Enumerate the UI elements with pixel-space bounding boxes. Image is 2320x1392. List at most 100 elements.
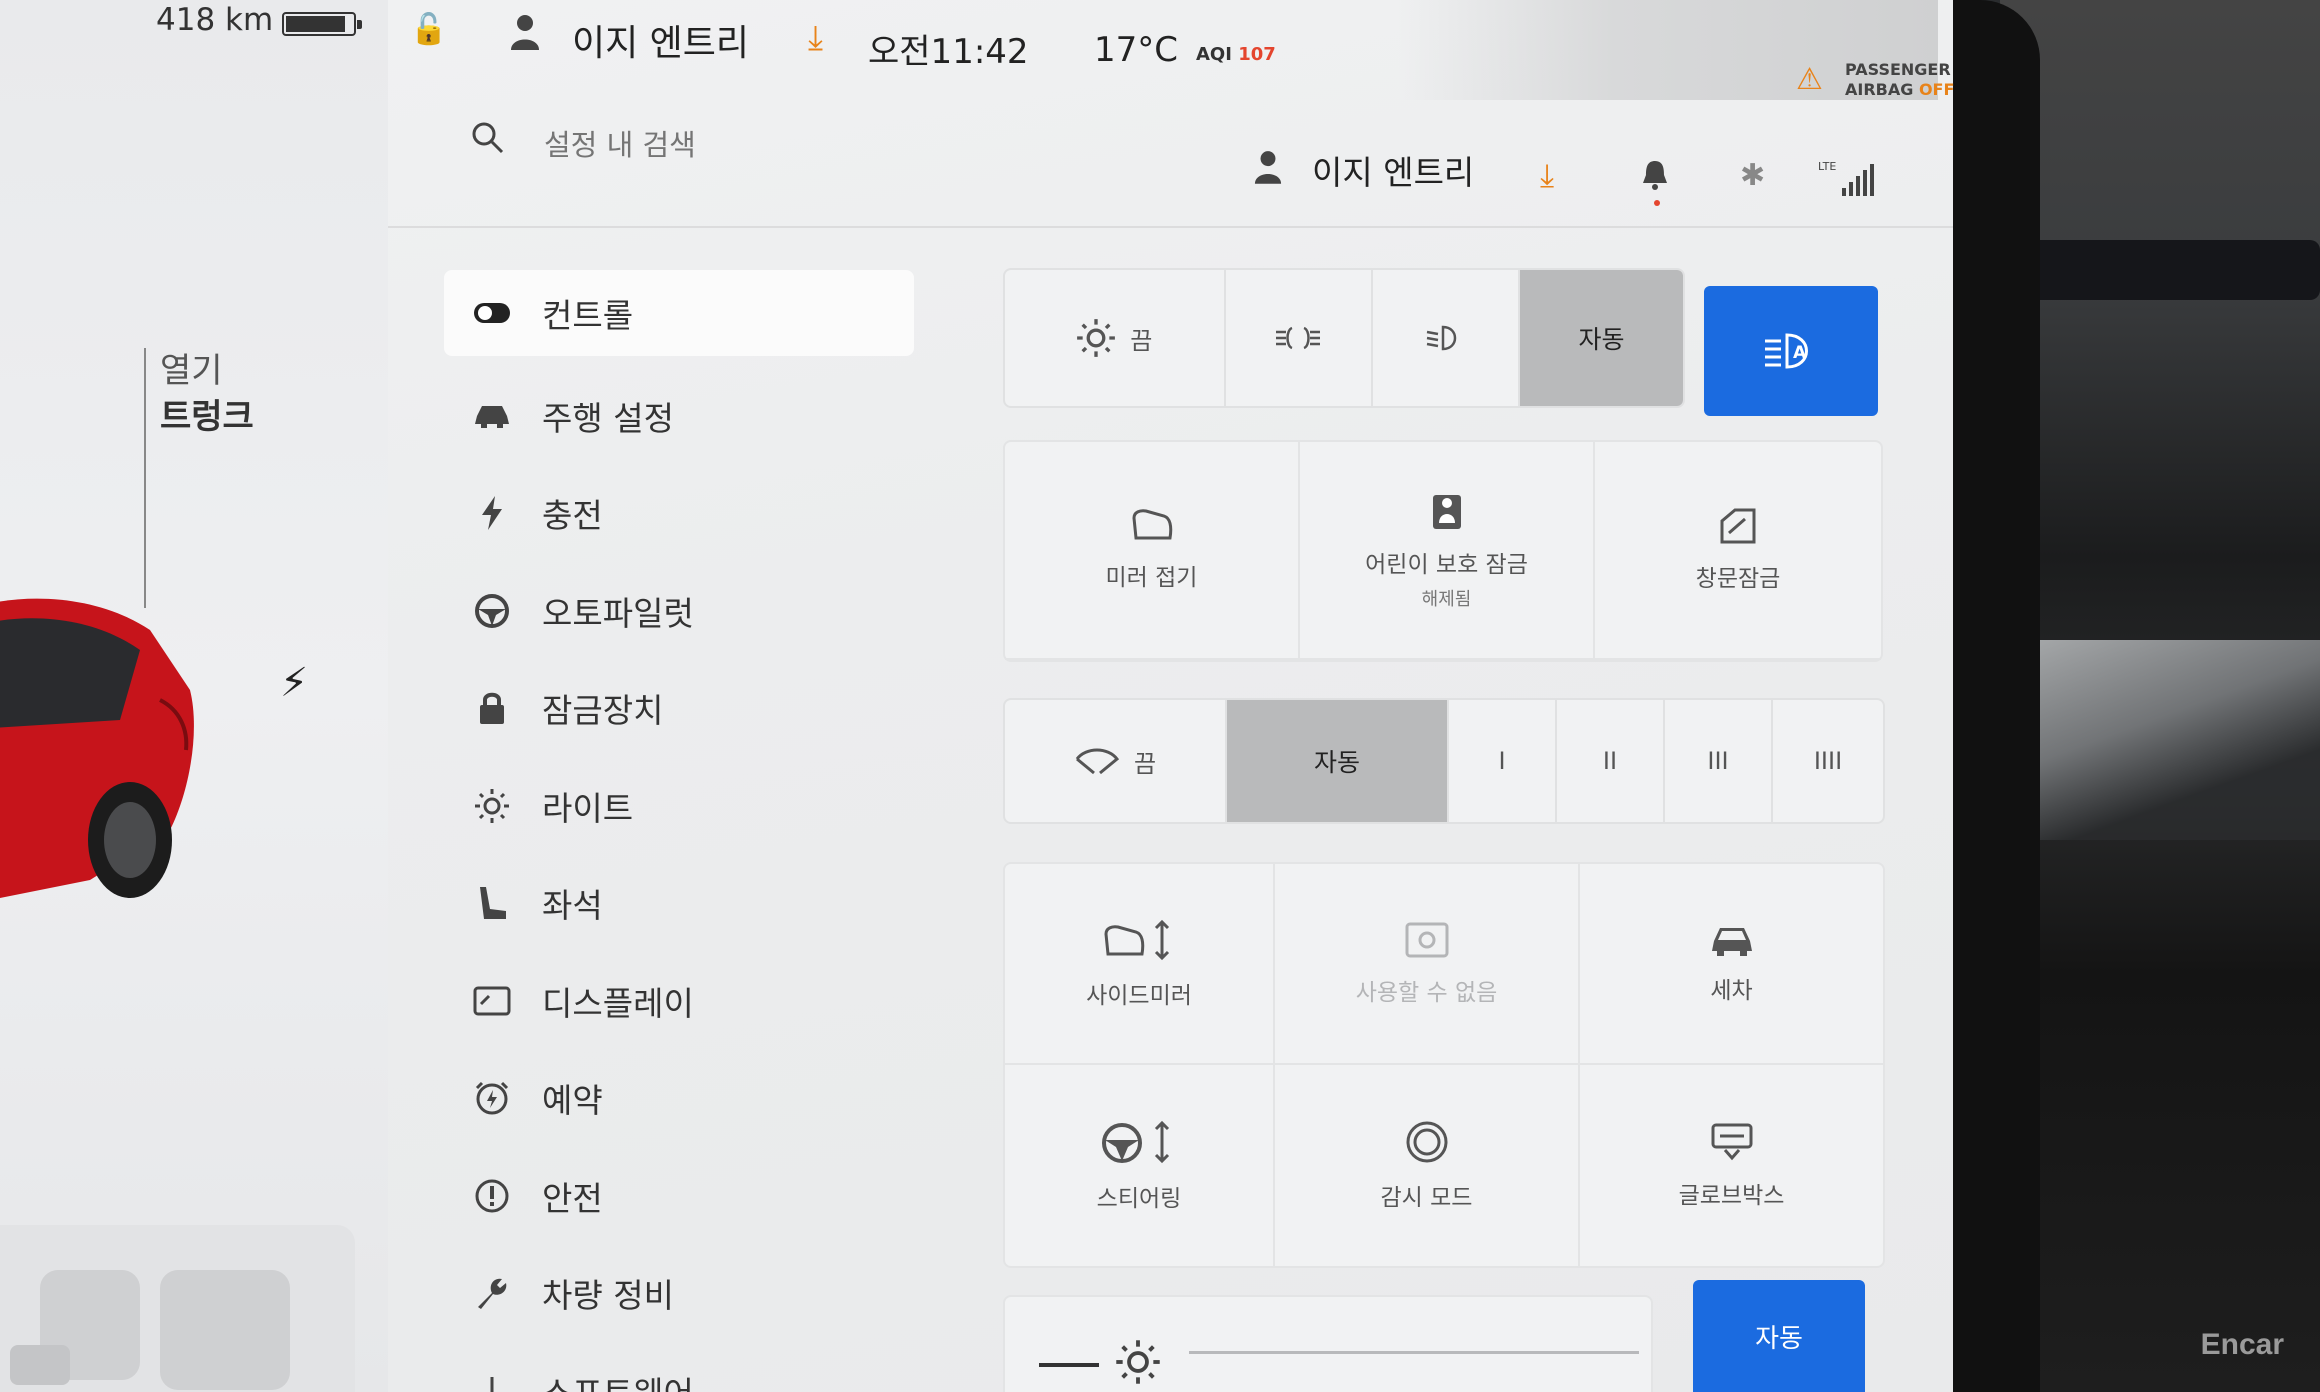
window-lock-tile[interactable]: 창문잠금	[1595, 442, 1881, 660]
off-label: 끔	[1130, 326, 1153, 355]
auto-high-beam-icon: A	[1765, 333, 1808, 369]
nav-item-locks[interactable]: 잠금장치	[444, 660, 914, 758]
nav-label: 컨트롤	[542, 296, 634, 335]
side-mirror-adjust-icon	[1104, 919, 1170, 960]
wiper-speed-3[interactable]: III	[1665, 700, 1773, 822]
low-beam-icon	[1427, 325, 1457, 351]
nav-label: 잠금장치	[542, 691, 664, 731]
auto-label: 자동	[1755, 1323, 1803, 1354]
trunk-label: 트렁크	[160, 397, 254, 437]
wrench-icon	[472, 1273, 512, 1313]
child-lock-tile[interactable]: 어린이 보호 잠금 해제됨	[1300, 442, 1595, 660]
wiper-auto-option[interactable]: 자동	[1227, 700, 1449, 822]
profile-name[interactable]: 이지 엔트리	[1312, 146, 1474, 194]
brightness-track[interactable]	[1189, 1351, 1639, 1354]
wiper-speed-4[interactable]: IIII	[1773, 700, 1883, 822]
notification-dot	[1654, 200, 1660, 206]
car-wash-icon	[1711, 927, 1752, 956]
passenger-airbag-status: PASSENGER AIRBAG OFF	[1845, 60, 1955, 99]
nav-label: 충전	[542, 496, 603, 536]
battery-fill	[286, 16, 346, 32]
off-label: 끔	[1133, 749, 1157, 778]
wiper-off-option[interactable]: 끔	[1005, 700, 1227, 822]
brightness-auto-button[interactable]: 자동	[1693, 1280, 1865, 1392]
display-icon	[472, 981, 512, 1021]
parking-lights-option[interactable]	[1226, 270, 1373, 406]
wiper-speed-1[interactable]: I	[1449, 700, 1557, 822]
tile-label: 글로브박스	[1678, 1182, 1785, 1209]
nav-item-schedule[interactable]: 예약	[444, 1050, 914, 1148]
clock: 오전11:42	[868, 32, 1029, 72]
bluetooth-icon[interactable]: ✱	[1740, 158, 1765, 193]
display-brightness-slider[interactable]	[1003, 1295, 1653, 1392]
notification-bell-icon[interactable]	[1640, 158, 1670, 194]
glovebox-tile[interactable]: 글로브박스	[1580, 1065, 1883, 1266]
driver-profile-name[interactable]: 이지 엔트리	[572, 14, 749, 66]
charge-port-bolt-icon[interactable]: ⚡	[280, 660, 308, 706]
headlight-off-option[interactable]: 끔	[1005, 270, 1226, 406]
wiper-speed-2[interactable]: II	[1557, 700, 1665, 822]
trunk-open-button[interactable]: 열기 트렁크	[160, 348, 254, 440]
nav-item-controls[interactable]: 컨트롤	[444, 270, 914, 356]
nav-item-lights[interactable]: 라이트	[444, 757, 914, 855]
sun-icon	[1077, 319, 1116, 357]
search-icon[interactable]	[470, 120, 506, 156]
nav-item-safety[interactable]: 안전	[444, 1147, 914, 1245]
bolt-icon	[472, 493, 512, 533]
lock-icon	[472, 688, 512, 728]
child-lock-icon	[1432, 495, 1461, 529]
nav-label: 디스플레이	[542, 983, 694, 1023]
sun-icon	[472, 786, 512, 826]
speed-label: II	[1602, 747, 1618, 775]
nav-label: 라이트	[542, 788, 634, 828]
nav-label: 안전	[542, 1178, 603, 1218]
auto-high-beam-button[interactable]: A	[1704, 286, 1878, 416]
nav-item-driving[interactable]: 주행 설정	[444, 367, 914, 465]
alert-icon	[472, 1176, 512, 1216]
nav-item-seats[interactable]: 좌석	[444, 855, 914, 953]
auto-label: 자동	[1578, 325, 1625, 354]
download-icon[interactable]: ⤓	[808, 18, 823, 58]
lte-signal-icon: LTE	[1818, 160, 1874, 196]
child-lock-state: 해제됨	[1421, 589, 1472, 610]
window-lock-icon	[1720, 508, 1756, 544]
seat-heater-panel	[0, 1225, 355, 1392]
wiper-mode-selector: 끔 자동 I II III IIII	[1003, 698, 1885, 824]
battery-icon	[282, 12, 362, 36]
svg-text:A: A	[1793, 343, 1807, 363]
range-readout: 418 km	[156, 2, 274, 38]
low-beam-option[interactable]	[1373, 270, 1520, 406]
speed-label: IIII	[1813, 747, 1843, 775]
seat-icon	[472, 883, 512, 923]
settings-header: 이지 엔트리 ⤓ ✱ LTE	[388, 98, 1953, 228]
headlight-auto-option[interactable]: 자동	[1519, 270, 1683, 406]
nav-item-software[interactable]: 소프트웨어	[444, 1342, 914, 1392]
brightness-sun-icon	[1116, 1340, 1160, 1384]
tile-label: 스티어링	[1096, 1185, 1182, 1212]
software-download-icon[interactable]: ⤓	[1540, 156, 1554, 195]
car-wash-tile[interactable]: 세차	[1580, 864, 1883, 1065]
schedule-icon	[472, 1078, 512, 1118]
watermark: Encar	[2200, 1328, 2284, 1361]
nav-item-charging[interactable]: 충전	[444, 465, 914, 563]
profile-icon[interactable]	[1254, 150, 1282, 184]
settings-search-input[interactable]	[544, 128, 944, 162]
speed-label: III	[1707, 747, 1729, 775]
wiper-icon	[1075, 748, 1120, 775]
dashboard-shadow	[2030, 240, 2320, 300]
headlight-mode-selector: 끔 자동	[1003, 268, 1685, 408]
seat-icons	[10, 1270, 290, 1390]
steering-adjust-tile[interactable]: 스티어링	[1005, 1065, 1275, 1266]
nav-item-service[interactable]: 차량 정비	[444, 1245, 914, 1343]
nav-item-display[interactable]: 디스플레이	[444, 952, 914, 1050]
tile-label: 어린이 보호 잠금	[1365, 552, 1528, 578]
sentry-mode-tile[interactable]: 감시 모드	[1275, 1065, 1580, 1266]
download-icon	[472, 1371, 512, 1392]
side-mirror-adjust-tile[interactable]: 사이드미러	[1005, 864, 1275, 1065]
nav-label: 주행 설정	[542, 398, 674, 438]
unavailable-tile: 사용할 수 없음	[1275, 864, 1580, 1065]
unlock-icon[interactable]: 🔓	[410, 12, 447, 47]
mirror-fold-tile[interactable]: 미러 접기	[1005, 442, 1300, 660]
brightness-decrease-icon[interactable]	[1039, 1363, 1099, 1367]
nav-item-autopilot[interactable]: 오토파일럿	[444, 562, 914, 660]
